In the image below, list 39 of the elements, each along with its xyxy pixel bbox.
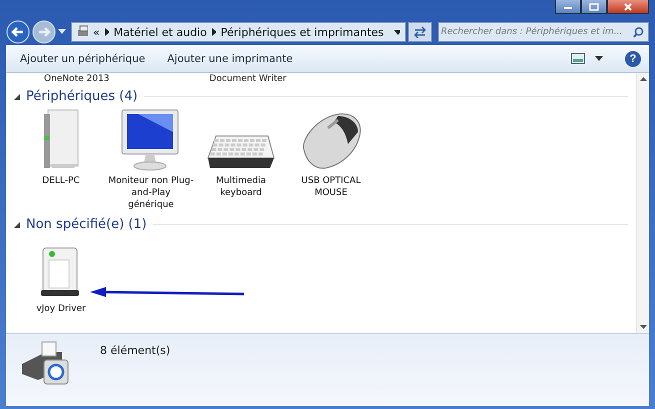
help-button[interactable]: ? <box>625 50 641 66</box>
scroll-down-icon[interactable] <box>640 325 646 329</box>
device-label: Document Writer <box>209 73 286 85</box>
maximize-button[interactable] <box>581 0 607 14</box>
breadcrumb[interactable]: Matériel et audio <box>114 26 207 38</box>
refresh-button[interactable] <box>408 22 432 42</box>
toolbar-button[interactable]: Ajouter une imprimante <box>161 50 299 68</box>
printer-icon <box>77 25 88 39</box>
scroll-up-icon[interactable] <box>640 77 646 81</box>
device-label[interactable]: vJoy Driver <box>36 303 86 315</box>
collapse-icon[interactable] <box>14 222 20 228</box>
view-icon[interactable] <box>571 53 585 64</box>
item-count: 8 élément(s) <box>100 344 170 357</box>
minimize-button[interactable] <box>555 0 581 14</box>
search-field[interactable]: Rechercher dans : Périphériques et im... <box>438 22 649 42</box>
search-icon <box>633 26 644 38</box>
close-button[interactable] <box>607 0 649 14</box>
close-icon <box>623 2 633 10</box>
device-label[interactable]: Moniteur non Plug-and-Play générique <box>108 175 194 211</box>
breadcrumb[interactable]: Périphériques et imprimantes <box>220 26 384 38</box>
device-label[interactable]: DELL-PC <box>42 175 80 187</box>
maximize-icon <box>589 2 599 10</box>
dropdown-icon[interactable] <box>595 56 603 61</box>
device-label[interactable]: Multimedia keyboard <box>198 175 284 199</box>
separator-icon <box>212 28 216 36</box>
dropdown-icon[interactable] <box>394 30 400 34</box>
collapse-icon[interactable] <box>14 94 20 100</box>
scrollbar[interactable] <box>636 73 649 333</box>
forward-button[interactable] <box>32 20 56 44</box>
group-header[interactable]: Périphériques (4) <box>26 89 138 104</box>
address-overflow[interactable]: « <box>92 26 100 38</box>
refresh-icon <box>413 26 427 38</box>
device-label: OneNote 2013 <box>44 73 110 85</box>
toolbar-button[interactable]: Ajouter un périphérique <box>14 50 152 68</box>
back-button[interactable] <box>6 20 30 44</box>
separator-icon <box>104 28 109 36</box>
group-header[interactable]: Non spécifié(e) (1) <box>26 217 147 232</box>
address-bar[interactable]: « Matériel et audio Périphériques et imprimantes <box>71 22 406 42</box>
device-label[interactable]: USB OPTICAL MOUSE <box>288 175 374 199</box>
